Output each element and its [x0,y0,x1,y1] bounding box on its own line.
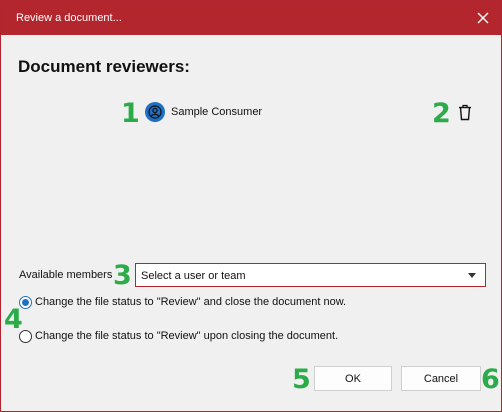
cancel-button[interactable]: Cancel [401,366,481,391]
reviewer-item: Sample Consumer [145,102,262,122]
user-circle-icon [145,102,165,122]
close-button[interactable] [471,6,495,30]
callout-3: 3 [113,260,132,291]
option-close-now[interactable]: Change the file status to "Review" and c… [19,294,346,310]
radio-on-close[interactable] [19,329,32,343]
reviewers-heading: Document reviewers: [18,57,190,76]
radio-dot [22,298,29,306]
trash-icon [459,104,471,120]
option-on-close-label: Change the file status to "Review" upon … [35,330,339,342]
callout-6: 6 [481,364,500,395]
option-close-now-label: Change the file status to "Review" and c… [35,296,347,308]
members-select[interactable]: Select a user or team [135,263,486,287]
dialog-title: Review a document... [16,12,122,24]
available-members-label: Available members [19,269,113,281]
chevron-down-icon [468,273,476,278]
reviewer-name: Sample Consumer [171,106,263,118]
members-select-value: Select a user or team [141,270,246,282]
option-on-close[interactable]: Change the file status to "Review" upon … [19,328,338,344]
callout-1: 1 [121,98,140,129]
dialog-window: Review a document... Document reviewers:… [0,0,502,412]
radio-close-now[interactable] [19,295,32,309]
callout-2: 2 [432,98,451,129]
callout-5: 5 [292,364,311,395]
title-bar: Review a document... [1,1,501,35]
ok-button[interactable]: OK [314,366,392,391]
delete-reviewer-button[interactable] [457,102,473,122]
close-icon [477,12,489,24]
